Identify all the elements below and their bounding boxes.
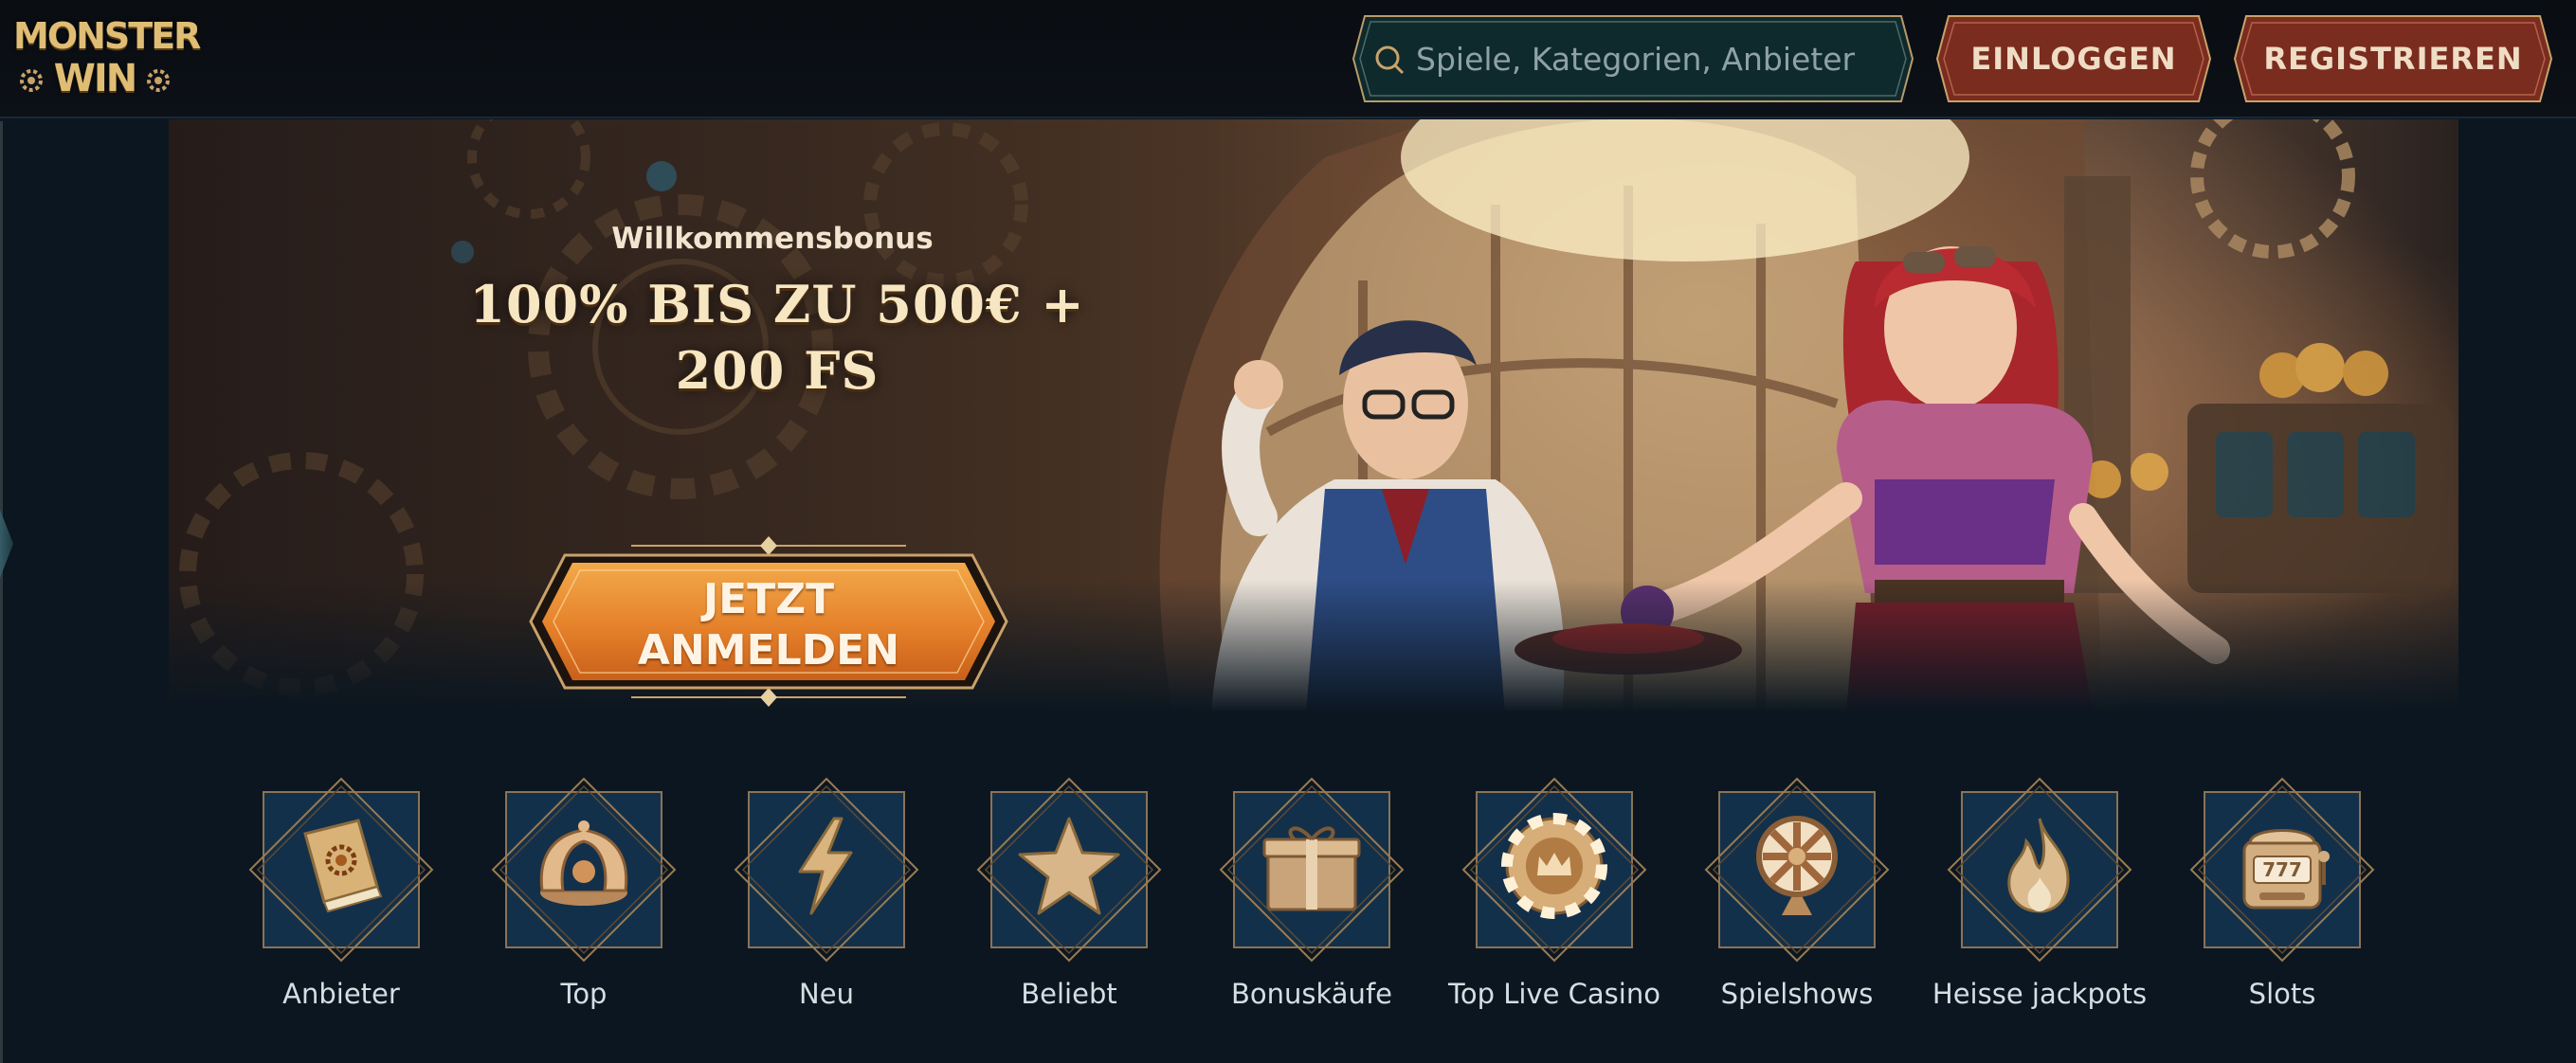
hero-illustration (179, 119, 2453, 712)
hero-banner: Willkommensbonus 100% BIS ZU 500€ + 200 … (169, 119, 2458, 712)
category-label: Top (560, 978, 608, 1010)
register-now-button[interactable]: JETZT ANMELDEN (527, 529, 1010, 712)
register-now-label: JETZT ANMELDEN (637, 575, 900, 675)
search-icon (1375, 45, 1405, 75)
login-button[interactable]: EINLOGGEN (1935, 14, 2212, 103)
lightning-icon (798, 817, 853, 915)
flame-icon (2007, 818, 2070, 913)
category-slots[interactable]: 777 Slots (2182, 775, 2375, 1059)
category-label: Slots (2248, 978, 2316, 1010)
category-label: Top Live Casino (1448, 978, 1660, 1010)
gear-icon (147, 69, 170, 92)
search-input[interactable] (1416, 35, 1890, 82)
category-anbieter[interactable]: Anbieter (241, 775, 434, 1059)
monster-win-logo[interactable]: MONSTER WIN (13, 13, 201, 104)
register-label: REGISTRIEREN (2263, 41, 2523, 77)
category-bonuskaeufe[interactable]: Bonuskäufe (1211, 775, 1405, 1059)
header: MONSTER WIN EINLOGGEN (0, 0, 2576, 118)
category-label: Neu (799, 978, 854, 1010)
category-beliebt[interactable]: Beliebt (969, 775, 1162, 1059)
promo-title: 100% BIS ZU 500€ + 200 FS (469, 274, 1085, 401)
category-heisse-jackpots[interactable]: Heisse jackpots (1932, 775, 2147, 1059)
category-top-live-casino[interactable]: Top Live Casino (1448, 775, 1660, 1059)
slot-machine-icon: 777 (2242, 829, 2330, 910)
category-spielshows[interactable]: Spielshows (1696, 775, 1890, 1059)
fortune-wheel-icon (1756, 816, 1838, 915)
promo-subtitle: Willkommensbonus (611, 222, 934, 256)
category-label: Beliebt (1021, 978, 1117, 1010)
svg-text:777: 777 (2262, 858, 2302, 881)
search-box[interactable] (1351, 14, 1914, 103)
category-label: Spielshows (1720, 978, 1874, 1010)
logo-line-1: MONSTER (13, 15, 201, 57)
gear-icon (20, 69, 43, 92)
book-icon (303, 819, 383, 913)
login-label: EINLOGGEN (1970, 41, 2177, 77)
gift-box-icon (1262, 826, 1361, 911)
casino-chip-icon (1501, 813, 1607, 919)
category-label: Anbieter (282, 978, 400, 1010)
category-label: Heisse jackpots (1932, 978, 2148, 1010)
category-top[interactable]: Top (483, 775, 677, 1059)
category-label: Bonuskäufe (1231, 978, 1392, 1010)
crown-icon (539, 820, 628, 906)
category-bar: Anbieter Top Neu Beliebt Bonuskäufe Top … (0, 775, 2576, 1059)
register-button[interactable]: REGISTRIEREN (2233, 14, 2553, 103)
category-neu[interactable]: Neu (726, 775, 919, 1059)
star-icon (1018, 817, 1120, 915)
